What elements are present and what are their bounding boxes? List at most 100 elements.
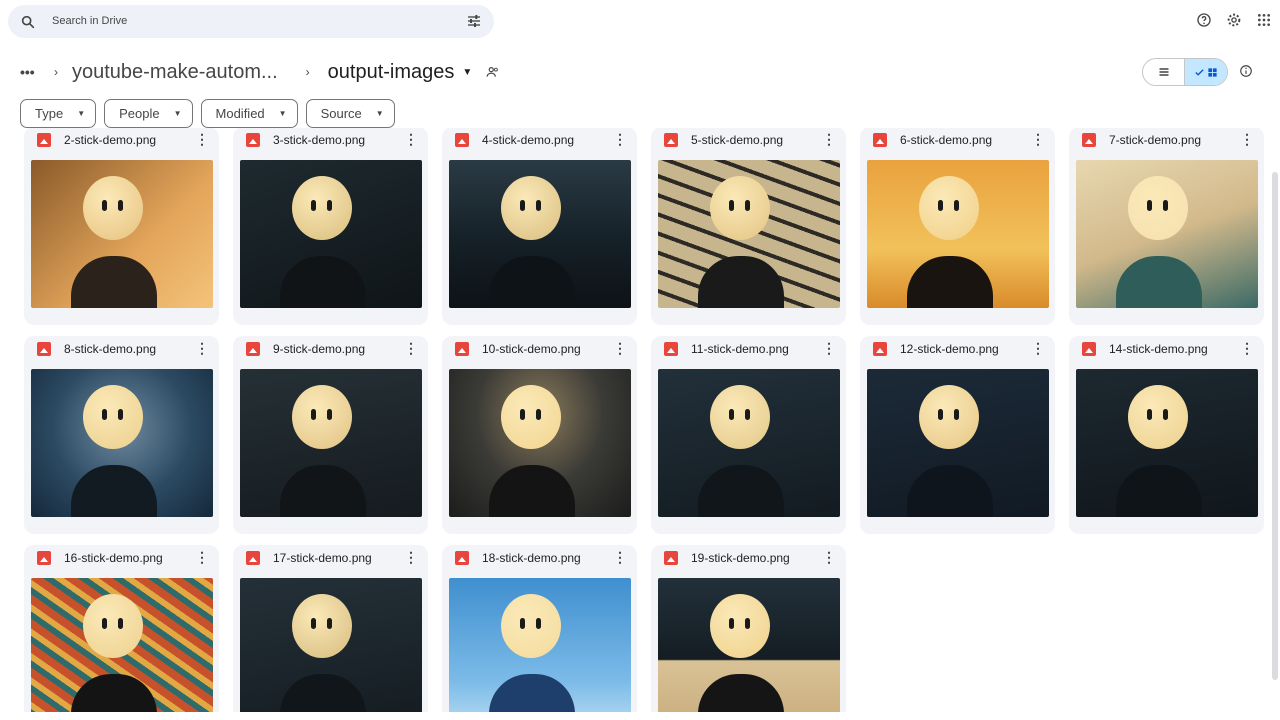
figure-body — [489, 256, 575, 308]
file-thumbnail[interactable] — [31, 369, 213, 517]
file-card[interactable]: 10-stick-demo.png ⋮ — [442, 336, 637, 534]
file-name: 17-stick-demo.png — [273, 551, 372, 565]
file-card[interactable]: 6-stick-demo.png ⋮ — [860, 128, 1055, 325]
file-name: 12-stick-demo.png — [900, 342, 999, 356]
file-card[interactable]: 4-stick-demo.png ⋮ — [442, 128, 637, 325]
more-vert-icon[interactable]: ⋮ — [195, 340, 209, 356]
figure-face — [292, 176, 352, 240]
scrollbar[interactable] — [1272, 172, 1278, 680]
more-vert-icon[interactable]: ⋮ — [1240, 340, 1254, 356]
file-thumbnail[interactable] — [240, 369, 422, 517]
file-card[interactable]: 9-stick-demo.png ⋮ — [233, 336, 428, 534]
image-file-icon — [246, 133, 260, 147]
file-card[interactable]: 11-stick-demo.png ⋮ — [651, 336, 846, 534]
settings-icon[interactable] — [1226, 12, 1242, 28]
more-vert-icon[interactable]: ⋮ — [1031, 131, 1045, 147]
file-thumbnail[interactable] — [31, 160, 213, 308]
file-name: 8-stick-demo.png — [64, 342, 157, 356]
figure-face — [501, 176, 561, 240]
image-file-icon — [246, 551, 260, 565]
more-vert-icon[interactable]: ⋮ — [195, 131, 209, 147]
list-view-icon — [1159, 68, 1168, 76]
file-thumbnail[interactable] — [1076, 160, 1258, 308]
file-thumbnail[interactable] — [1076, 369, 1258, 517]
more-vert-icon[interactable]: ⋮ — [822, 131, 836, 147]
file-thumbnail[interactable] — [867, 369, 1049, 517]
help-icon[interactable] — [1196, 12, 1212, 28]
chevron-right-icon: › — [305, 65, 310, 79]
file-name: 18-stick-demo.png — [482, 551, 581, 565]
more-vert-icon[interactable]: ⋮ — [613, 131, 627, 147]
more-vert-icon[interactable]: ⋮ — [404, 131, 418, 147]
breadcrumb-current-folder[interactable]: output-images — [328, 61, 455, 84]
file-card[interactable]: 12-stick-demo.png ⋮ — [860, 336, 1055, 534]
figure-face — [1128, 176, 1188, 240]
file-name: 10-stick-demo.png — [482, 342, 581, 356]
figure-body — [280, 465, 366, 517]
more-vert-icon[interactable]: ⋮ — [613, 549, 627, 565]
apps-icon[interactable] — [1256, 12, 1272, 28]
file-thumbnail[interactable] — [658, 578, 840, 712]
file-card[interactable]: 8-stick-demo.png ⋮ — [24, 336, 219, 534]
file-thumbnail[interactable] — [240, 578, 422, 712]
file-thumbnail[interactable] — [449, 578, 631, 712]
image-file-icon — [664, 551, 678, 565]
file-card[interactable]: 19-stick-demo.png ⋮ — [651, 545, 846, 712]
figure-face — [710, 176, 770, 240]
caret-down-icon: ▼ — [173, 109, 182, 118]
figure-face — [501, 385, 561, 449]
figure-body — [698, 256, 784, 308]
file-card[interactable]: 7-stick-demo.png ⋮ — [1069, 128, 1264, 325]
list-view-button[interactable] — [1143, 59, 1184, 85]
search-input[interactable]: Search in Drive — [52, 15, 127, 27]
chevron-down-icon[interactable]: ▼ — [462, 67, 472, 78]
filter-type[interactable]: Type ▼ — [20, 99, 97, 128]
file-name: 7-stick-demo.png — [1109, 133, 1202, 147]
image-file-icon — [246, 342, 260, 356]
figure-face — [1128, 385, 1188, 449]
file-card[interactable]: 3-stick-demo.png ⋮ — [233, 128, 428, 325]
more-vert-icon[interactable]: ⋮ — [195, 549, 209, 565]
file-card[interactable]: 17-stick-demo.png ⋮ — [233, 545, 428, 712]
file-card[interactable]: 14-stick-demo.png ⋮ — [1069, 336, 1264, 534]
file-thumbnail[interactable] — [658, 369, 840, 517]
file-thumbnail[interactable] — [449, 160, 631, 308]
file-card[interactable]: 2-stick-demo.png ⋮ — [24, 128, 219, 325]
breadcrumb: ••• › youtube-make-autom... › output-ima… — [20, 56, 500, 88]
filter-modified[interactable]: Modified ▼ — [200, 99, 298, 128]
file-thumbnail[interactable] — [240, 160, 422, 308]
more-vert-icon[interactable]: ⋮ — [1240, 131, 1254, 147]
more-vert-icon[interactable]: ⋮ — [822, 340, 836, 356]
file-thumbnail[interactable] — [658, 160, 840, 308]
filter-chips: Type ▼ People ▼ Modified ▼ Source ▼ — [20, 99, 395, 128]
search-icon[interactable] — [20, 14, 36, 30]
file-card[interactable]: 5-stick-demo.png ⋮ — [651, 128, 846, 325]
filter-label: Type — [35, 106, 64, 121]
file-card[interactable]: 18-stick-demo.png ⋮ — [442, 545, 637, 712]
file-name: 9-stick-demo.png — [273, 342, 366, 356]
filter-source[interactable]: Source ▼ — [305, 99, 395, 128]
more-vert-icon[interactable]: ⋮ — [613, 340, 627, 356]
filter-people[interactable]: People ▼ — [104, 99, 193, 128]
tune-icon[interactable] — [466, 13, 482, 29]
file-thumbnail[interactable] — [449, 369, 631, 517]
more-vert-icon[interactable]: ⋮ — [1031, 340, 1045, 356]
figure-body — [280, 674, 366, 712]
people-icon[interactable] — [486, 65, 500, 79]
view-toggle — [1142, 58, 1228, 86]
file-thumbnail[interactable] — [867, 160, 1049, 308]
caret-down-icon: ▼ — [278, 109, 287, 118]
search-bar[interactable]: Search in Drive — [8, 5, 494, 38]
breadcrumb-more-button[interactable]: ••• — [20, 64, 42, 80]
more-vert-icon[interactable]: ⋮ — [404, 340, 418, 356]
filter-label: Source — [320, 106, 362, 121]
grid-view-button[interactable] — [1184, 59, 1227, 85]
info-icon[interactable] — [1239, 64, 1253, 78]
more-vert-icon[interactable]: ⋮ — [404, 549, 418, 565]
more-vert-icon[interactable]: ⋮ — [822, 549, 836, 565]
breadcrumb-parent-folder[interactable]: youtube-make-autom... — [72, 61, 278, 84]
file-card[interactable]: 16-stick-demo.png ⋮ — [24, 545, 219, 712]
file-name: 4-stick-demo.png — [482, 133, 575, 147]
file-thumbnail[interactable] — [31, 578, 213, 712]
caret-down-icon: ▼ — [77, 109, 86, 118]
